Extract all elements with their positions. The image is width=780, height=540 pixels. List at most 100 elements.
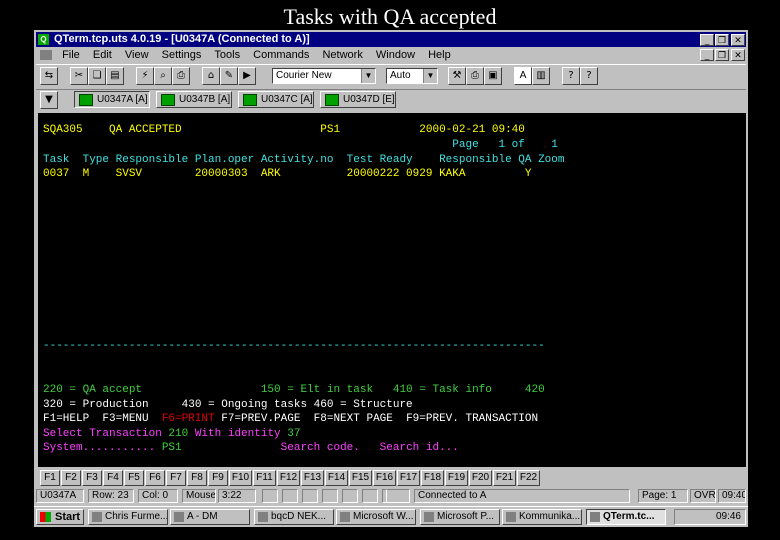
fkey-f17[interactable]: F17 xyxy=(397,470,420,486)
title-bar[interactable]: Q QTerm.tcp.uts 4.0.19 - [U0347A (Connec… xyxy=(36,32,746,47)
printer-icon[interactable]: ⎙ xyxy=(466,67,484,85)
fkey-f22[interactable]: F22 xyxy=(517,470,540,486)
fkey-f14[interactable]: F14 xyxy=(325,470,348,486)
session-bar: ▼ U0347A [A] U0347B [A] U0347C [A] U0347… xyxy=(36,89,746,111)
doc-minimize-button[interactable]: _ xyxy=(700,49,714,61)
app-icon xyxy=(92,512,102,522)
taskbar-item-dm[interactable]: A - DM xyxy=(170,509,250,525)
terminal-separator: ----------------------------------------… xyxy=(43,340,545,352)
indicator-icon xyxy=(302,489,318,503)
session-tab-u0347b[interactable]: U0347B [A] xyxy=(156,91,232,108)
home-icon[interactable]: ⌂ xyxy=(202,67,220,85)
help-icon[interactable]: ? xyxy=(562,67,580,85)
restore-button[interactable]: ❐ xyxy=(715,34,729,46)
chevron-down-icon[interactable]: ▼ xyxy=(361,69,375,83)
terminal-line-header: SQA305 QA ACCEPTED PS1 2000-02-21 09:40 xyxy=(43,124,525,136)
save-icon[interactable]: ▣ xyxy=(484,67,502,85)
terminal-line-commands-2: 320 = Production 430 = Ongoing tasks 460… xyxy=(43,399,413,411)
fkey-f15[interactable]: F15 xyxy=(349,470,372,486)
indicator-icon xyxy=(262,489,278,503)
fkey-f18[interactable]: F18 xyxy=(421,470,444,486)
chart-icon[interactable]: ▥ xyxy=(532,67,550,85)
fkey-f16[interactable]: F16 xyxy=(373,470,396,486)
terminal-line-system[interactable]: System........... PS1 Search code. Searc… xyxy=(43,441,459,455)
fkey-f1[interactable]: F1 xyxy=(40,470,60,486)
status-session: U0347A xyxy=(36,489,84,503)
cut-icon[interactable]: ✂ xyxy=(70,67,88,85)
play-icon[interactable]: ▶ xyxy=(238,67,256,85)
status-mode: OVR xyxy=(690,489,716,503)
fkey-f9[interactable]: F9 xyxy=(208,470,228,486)
terminal-icon xyxy=(79,94,93,106)
fkey-f2[interactable]: F2 xyxy=(61,470,81,486)
taskbar-item-word[interactable]: Microsoft W... xyxy=(336,509,416,525)
fkey-f19[interactable]: F19 xyxy=(445,470,468,486)
status-mouse-label: Mouse: xyxy=(182,489,216,503)
fkey-f8[interactable]: F8 xyxy=(187,470,207,486)
taskbar-item-powerpoint[interactable]: Microsoft P... xyxy=(420,509,500,525)
main-toolbar: ⇆ ✂ ❏ ▤ ⚡ ⌕ ⎙ ⌂ ✎ ▶ Courier New ▼ Auto ▼ ⚒… xyxy=(36,64,746,90)
session-tab-u0347a[interactable]: U0347A [A] xyxy=(74,91,150,108)
app-icon xyxy=(174,512,184,522)
dropdown-arrow-icon[interactable]: ▼ xyxy=(40,91,58,109)
doc-close-button[interactable]: ✕ xyxy=(731,49,745,61)
terminal-screen[interactable]: SQA305 QA ACCEPTED PS1 2000-02-21 09:40 … xyxy=(38,113,746,467)
start-button[interactable]: Start xyxy=(36,509,84,525)
fkey-f3[interactable]: F3 xyxy=(82,470,102,486)
session-tab-u0347d[interactable]: U0347D [E] xyxy=(320,91,396,108)
terminal-icon xyxy=(243,94,257,106)
tools-icon[interactable]: ⚒ xyxy=(448,67,466,85)
menu-view[interactable]: View xyxy=(120,47,154,63)
fkey-f10[interactable]: F10 xyxy=(229,470,252,486)
find-icon[interactable]: ⌕ xyxy=(154,67,172,85)
fkey-f13[interactable]: F13 xyxy=(301,470,324,486)
menu-file[interactable]: File xyxy=(57,47,85,63)
session-tab-u0347c[interactable]: U0347C [A] xyxy=(238,91,314,108)
clock[interactable]: 09:46 xyxy=(716,511,741,522)
minimize-button[interactable]: _ xyxy=(700,34,714,46)
terminal-line-select[interactable]: Select Transaction 210 With identity 37 xyxy=(43,427,300,441)
terminal-icon xyxy=(325,94,339,106)
windows-logo-icon xyxy=(40,512,51,522)
fkey-f5[interactable]: F5 xyxy=(124,470,144,486)
fkey-f21[interactable]: F21 xyxy=(493,470,516,486)
print-screen-icon[interactable]: ⎙ xyxy=(172,67,190,85)
font-select[interactable]: Courier New ▼ xyxy=(272,68,376,84)
fkey-f20[interactable]: F20 xyxy=(469,470,492,486)
menu-window[interactable]: Window xyxy=(371,47,420,63)
app-icon[interactable]: Q xyxy=(38,34,49,45)
taskbar-item-kommunika[interactable]: Kommunika... xyxy=(502,509,582,525)
fkey-f11[interactable]: F11 xyxy=(253,470,276,486)
edit-icon[interactable]: ✎ xyxy=(220,67,238,85)
fkey-f6[interactable]: F6 xyxy=(145,470,165,486)
size-select[interactable]: Auto ▼ xyxy=(386,68,438,84)
menu-help[interactable]: Help xyxy=(423,47,456,63)
macro-icon[interactable]: ⚡ xyxy=(136,67,154,85)
fkey-f4[interactable]: F4 xyxy=(103,470,123,486)
fkey-f7[interactable]: F7 xyxy=(166,470,186,486)
menu-bar: File Edit View Settings Tools Commands N… xyxy=(36,47,746,63)
context-help-icon[interactable]: ? xyxy=(580,67,598,85)
terminal-line-task-row[interactable]: 0037 M SVSV 20000303 ARK 20000222 0929 K… xyxy=(43,167,532,181)
menu-edit[interactable]: Edit xyxy=(88,47,117,63)
document-icon[interactable] xyxy=(40,50,52,61)
paste-icon[interactable]: ▤ xyxy=(106,67,124,85)
fkey-f12[interactable]: F12 xyxy=(277,470,300,486)
taskbar: Start Chris Furme... A - DM bqcD NEK... … xyxy=(34,506,748,527)
word-icon xyxy=(340,512,350,522)
close-button[interactable]: ✕ xyxy=(731,34,745,46)
window-title: QTerm.tcp.uts 4.0.19 - [U0347A (Connecte… xyxy=(54,33,310,45)
doc-restore-button[interactable]: ❐ xyxy=(715,49,729,61)
taskbar-item-nek[interactable]: bqcD NEK... xyxy=(254,509,334,525)
menu-settings[interactable]: Settings xyxy=(157,47,207,63)
font-a-icon[interactable]: A xyxy=(514,67,532,85)
taskbar-item-qterm[interactable]: QTerm.tc... xyxy=(586,509,666,525)
menu-commands[interactable]: Commands xyxy=(248,47,314,63)
taskbar-item-chris[interactable]: Chris Furme... xyxy=(88,509,168,525)
copy-icon[interactable]: ❏ xyxy=(88,67,106,85)
menu-tools[interactable]: Tools xyxy=(209,47,245,63)
menu-network[interactable]: Network xyxy=(317,47,367,63)
chevron-down-icon[interactable]: ▼ xyxy=(423,69,437,83)
connect-icon[interactable]: ⇆ xyxy=(40,67,58,85)
system-tray: 09:46 xyxy=(674,509,746,525)
